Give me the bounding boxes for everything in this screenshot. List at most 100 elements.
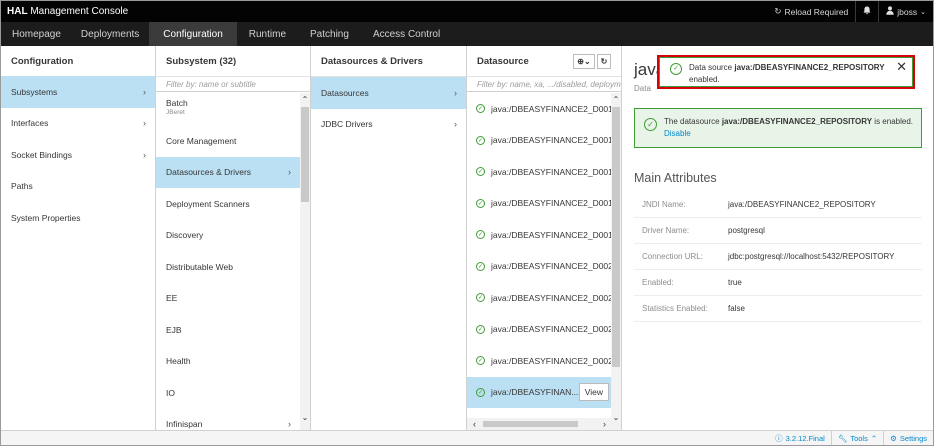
check-circle-icon: ✓ (476, 261, 485, 271)
datasource-filter-input[interactable] (477, 79, 621, 89)
chevron-right-icon: › (454, 87, 457, 98)
subsystem-item-distributable-web[interactable]: Distributable Web (156, 251, 300, 283)
settings-link[interactable]: ⚙ Settings (883, 430, 933, 445)
scroll-down-icon[interactable]: ⌄ (300, 413, 310, 422)
disable-link[interactable]: Disable (664, 128, 913, 140)
alert-suffix: is enabled. (872, 117, 913, 126)
config-item-subsystems[interactable]: Subsystems › (1, 76, 155, 108)
subsystem-item-discovery[interactable]: Discovery (156, 220, 300, 252)
datasource-row[interactable]: ✓ java:/DBEASYFINANCE2_D0020 (467, 251, 618, 283)
reload-required-button[interactable]: ↻ Reload Required (767, 1, 855, 22)
item-label: Discovery (166, 230, 204, 241)
brand-rest: Management Console (30, 6, 129, 17)
item-label: Health (166, 356, 191, 367)
subsystem-item-infinispan[interactable]: Infinispan › (156, 409, 300, 431)
item-label: System Properties (11, 212, 81, 223)
attribute-row: Enabled: true (634, 270, 922, 296)
reload-icon: ↻ (774, 6, 782, 16)
datasource-row[interactable]: ✓ java:/DBEASYFINANCE2_D0015 (467, 93, 618, 125)
subsystem-item-health[interactable]: Health (156, 346, 300, 378)
subsystem-item-ejb[interactable]: EJB (156, 314, 300, 346)
config-item-socket-bindings[interactable]: Socket Bindings › (1, 139, 155, 171)
main-nav: Homepage Deployments Configuration Runti… (1, 22, 933, 46)
datasource-horizontal-scrollbar[interactable]: ‹ › (467, 418, 612, 430)
datasource-scrollbar[interactable]: ⌃ ⌄ (611, 93, 621, 430)
datasource-row[interactable]: ✓ java:/DBEASYFINANCE2_D0021 (467, 282, 618, 314)
item-label: JDBC Drivers (321, 119, 373, 130)
toast-datasource-name: java:/DBEASYFINANCE2_REPOSITORY (734, 63, 885, 72)
config-item-interfaces[interactable]: Interfaces › (1, 108, 155, 140)
main-attributes-title: Main Attributes (634, 171, 717, 185)
subsystem-item-core-management[interactable]: Core Management (156, 125, 300, 157)
add-datasource-button[interactable]: ⊕⌄ (573, 53, 595, 69)
configuration-column: Configuration Subsystems › Interfaces › … (1, 46, 156, 430)
version-link[interactable]: ⓘ 3.2.12.Final (769, 431, 831, 446)
alert-prefix: The datasource (664, 117, 722, 126)
tab-homepage[interactable]: Homepage (1, 22, 71, 46)
user-menu[interactable]: jboss ⌄ (878, 1, 933, 22)
view-button[interactable]: View (578, 383, 609, 402)
item-label: Distributable Web (166, 261, 233, 272)
ds-item-jdbc-drivers[interactable]: JDBC Drivers › (311, 109, 466, 141)
datasource-name: java:/DBEASYFINANCE2_D0016 (491, 135, 618, 146)
scroll-left-icon[interactable]: ‹ (473, 419, 476, 429)
preview-subtitle: Data (634, 84, 651, 93)
subsystem-item-batch[interactable]: Batch JBeret (156, 93, 300, 125)
info-icon: ⓘ (775, 433, 783, 443)
column-header: Datasource ⊕⌄ ↻ (467, 46, 621, 77)
datasource-row[interactable]: ✓ java:/DBEASYFINANCE2_D0023 (467, 345, 618, 377)
toast-prefix: Data source (689, 63, 735, 72)
datasource-name: java:/DBEASYFINANCE2_D0019 (491, 229, 618, 240)
subsystem-item-deployment-scanners[interactable]: Deployment Scanners (156, 188, 300, 220)
tools-menu[interactable]: 🔧︎ Tools ⌃ (830, 430, 883, 445)
brand-bold: HAL (7, 6, 28, 17)
scrollbar-thumb[interactable] (301, 107, 309, 202)
tab-access-control[interactable]: Access Control (361, 22, 452, 46)
close-icon[interactable]: ✕ (896, 60, 907, 73)
column-title: Datasource (477, 55, 529, 67)
subsystem-filter[interactable] (156, 77, 310, 92)
attribute-key: JNDI Name: (642, 200, 686, 209)
subsystem-scrollbar[interactable]: ⌃ ⌄ (300, 93, 310, 430)
config-item-paths[interactable]: Paths (1, 171, 155, 203)
attribute-key: Connection URL: (642, 252, 703, 261)
scroll-up-icon[interactable]: ⌃ (611, 95, 621, 104)
datasource-row[interactable]: ✓ java:/DBEASYFINANCE2_D0018 (467, 188, 618, 220)
tab-configuration[interactable]: Configuration (149, 22, 237, 46)
item-label: EJB (166, 324, 182, 335)
horizontal-scrollbar-thumb[interactable] (483, 421, 578, 427)
tab-runtime[interactable]: Runtime (237, 22, 298, 46)
check-circle-icon: ✓ (476, 135, 485, 145)
scroll-up-icon[interactable]: ⌃ (300, 95, 310, 104)
scroll-right-icon[interactable]: › (603, 419, 606, 429)
datasource-row[interactable]: ✓ java:/DBEASYFINANCE2_D0016 (467, 125, 618, 157)
datasource-row-selected[interactable]: ✓ java:/DBEASYFINAN... View (467, 376, 611, 408)
tab-deployments[interactable]: Deployments (71, 22, 149, 46)
datasource-row[interactable]: ✓ java:/DBEASYFINANCE2_D0019 (467, 219, 618, 251)
subsystem-column: Subsystem (32) Batch JBeret Core Managem… (156, 46, 311, 430)
scroll-down-icon[interactable]: ⌄ (611, 413, 621, 422)
datasource-filter[interactable] (467, 77, 621, 92)
item-label: Subsystems (11, 86, 58, 97)
subsystem-item-io[interactable]: IO (156, 377, 300, 409)
datasource-row[interactable]: ✓ java:/DBEASYFINANCE2_D0022 (467, 314, 618, 346)
subsystem-item-ee[interactable]: EE (156, 283, 300, 315)
config-item-system-properties[interactable]: System Properties (1, 202, 155, 234)
notifications-button[interactable] (855, 1, 878, 22)
check-circle-icon: ✓ (476, 230, 485, 240)
subsystem-filter-input[interactable] (166, 79, 310, 89)
scrollbar-thumb[interactable] (612, 107, 620, 367)
subsystem-item-datasources-drivers[interactable]: Datasources & Drivers › (156, 156, 300, 188)
refresh-button[interactable]: ↻ (597, 53, 611, 69)
tab-patching[interactable]: Patching (298, 22, 361, 46)
chevron-right-icon: › (288, 167, 291, 178)
attribute-key: Enabled: (642, 278, 674, 287)
add-icon: ⊕⌄ (577, 56, 591, 66)
ds-item-datasources[interactable]: Datasources › (311, 77, 466, 109)
attribute-row: Statistics Enabled: false (634, 296, 922, 322)
success-alert: ✓ The datasource java:/DBEASYFINANCE2_RE… (634, 108, 922, 148)
gear-icon: ⚙ (890, 433, 897, 443)
attribute-value: postgresql (728, 226, 765, 235)
brand: HAL Management Console (7, 6, 128, 17)
datasource-row[interactable]: ✓ java:/DBEASYFINANCE2_D0017 (467, 156, 618, 188)
